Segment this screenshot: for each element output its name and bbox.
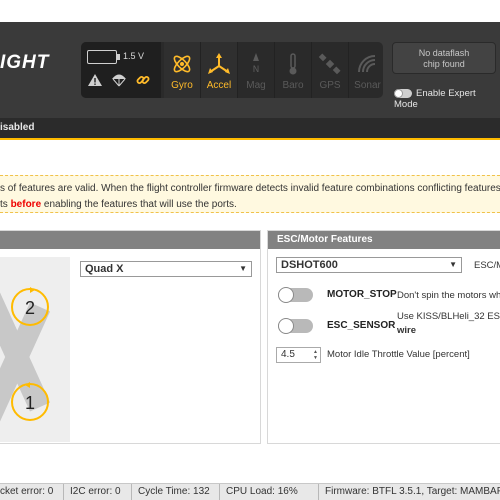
i2c-error: I2C error: 0 (70, 486, 121, 497)
dataflash-status: No dataflash chip found (392, 42, 496, 74)
status-band: isabled (0, 118, 500, 140)
esc-panel: ESC/Motor Features DSHOT600 ▼ ESC/M MOTO… (267, 230, 500, 444)
mixer-panel-title (0, 231, 260, 249)
sensor-baro: Baro (275, 42, 312, 98)
accel-icon (208, 53, 230, 74)
top-strip (0, 0, 500, 22)
sensor-mag-label: Mag (246, 80, 266, 91)
expert-mode-switch[interactable] (394, 88, 412, 98)
sensor-panel: 1.5 V Gyro Accel N Mag Baro GPS Sonar (81, 42, 383, 98)
sensor-accel: Accel (201, 42, 238, 98)
esc-sensor-toggle[interactable] (278, 318, 313, 334)
chevron-down-icon: ▼ (239, 264, 247, 273)
arming-status: isabled (0, 122, 35, 133)
expert-mode-toggle[interactable]: Enable Expert Mode (394, 88, 500, 110)
esc-panel-title: ESC/Motor Features (268, 231, 500, 249)
note-line-2: ts before enabling the features that wil… (0, 197, 500, 212)
quad-frame-icon: 2 1 (0, 287, 51, 422)
note-line-1: s of features are valid. When the flight… (0, 183, 500, 194)
satellite-icon (318, 53, 341, 75)
gyro-icon (173, 55, 191, 73)
sensor-mag: N Mag (238, 42, 275, 98)
motor-stop-description: Don't spin the motors wh (397, 290, 500, 301)
feature-note: s of features are valid. When the flight… (0, 175, 500, 213)
footer-divider (219, 484, 220, 500)
firmware-info: Firmware: BTFL 3.5.1, Target: MAMBAF (325, 486, 500, 497)
footer-divider (63, 484, 64, 500)
battery-area: 1.5 V (81, 42, 161, 98)
dataflash-line1: No dataflash (418, 48, 470, 58)
footer-divider (131, 484, 132, 500)
spinner-icon[interactable]: ▲ ▼ (313, 349, 318, 361)
sonar-icon (358, 55, 376, 73)
sensor-gyro: Gyro (164, 42, 201, 98)
thermometer-icon (289, 53, 297, 75)
sensor-gps-label: GPS (319, 80, 341, 91)
svg-text:N: N (253, 65, 260, 75)
motor-stop-name: MOTOR_STOP (327, 289, 397, 300)
esc-sensor-name: ESC_SENSOR (327, 320, 396, 331)
compass-icon: N (253, 53, 260, 75)
sensor-gyro-label: Gyro (171, 80, 193, 91)
motor-label-2: 2 (25, 298, 35, 318)
chevron-down-icon: ▼ (449, 260, 457, 269)
motor-idle-input[interactable]: 4.5 ▲ ▼ (276, 347, 321, 363)
battery-icon (87, 50, 120, 64)
note-line-2-start: ts (0, 199, 11, 210)
header-bar: IGHT 1.5 V Gyro Accel N Mag Baro GPS Son… (0, 22, 500, 120)
mixer-panel: 2 1 Quad X ▼ (0, 230, 261, 444)
mixer-select[interactable]: Quad X ▼ (80, 261, 252, 277)
esc-sensor-description: Use KISS/BLHeli_32 ESC t (397, 311, 500, 322)
cpu-load: CPU Load: 16% (226, 486, 298, 497)
link-icon (136, 76, 150, 84)
warning-icon (88, 74, 102, 86)
esc-protocol-select[interactable]: DSHOT600 ▼ (276, 257, 462, 273)
esc-protocol-value: DSHOT600 (281, 259, 338, 271)
app-logo: IGHT (0, 52, 50, 73)
quad-diagram: 2 1 (0, 257, 70, 442)
sensor-sonar-label: Sonar (354, 80, 381, 91)
battery-voltage: 1.5 V (123, 51, 145, 61)
cycle-time: Cycle Time: 132 (138, 486, 210, 497)
sensor-gps: GPS (312, 42, 349, 98)
motor-idle-value: 4.5 (281, 349, 295, 360)
motor-stop-toggle[interactable] (278, 287, 313, 303)
status-footer: cket error: 0 I2C error: 0 Cycle Time: 1… (0, 483, 500, 500)
esc-protocol-side-label: ESC/M (474, 260, 500, 271)
motor-label-1: 1 (25, 393, 35, 413)
sensor-accel-label: Accel (206, 80, 232, 91)
note-emphasis: before (10, 199, 42, 210)
mixer-select-value: Quad X (85, 263, 124, 275)
esc-sensor-description-2: wire (397, 325, 417, 336)
motor-idle-label: Motor Idle Throttle Value [percent] (327, 349, 470, 360)
footer-divider (318, 484, 319, 500)
dataflash-line2: chip found (423, 59, 465, 69)
sensor-baro-label: Baro (282, 80, 304, 91)
packet-error: cket error: 0 (0, 486, 54, 497)
parachute-icon (112, 74, 126, 87)
note-line-2-end: enabling the features that will use the … (41, 199, 237, 210)
sensor-sonar: Sonar (349, 42, 386, 98)
